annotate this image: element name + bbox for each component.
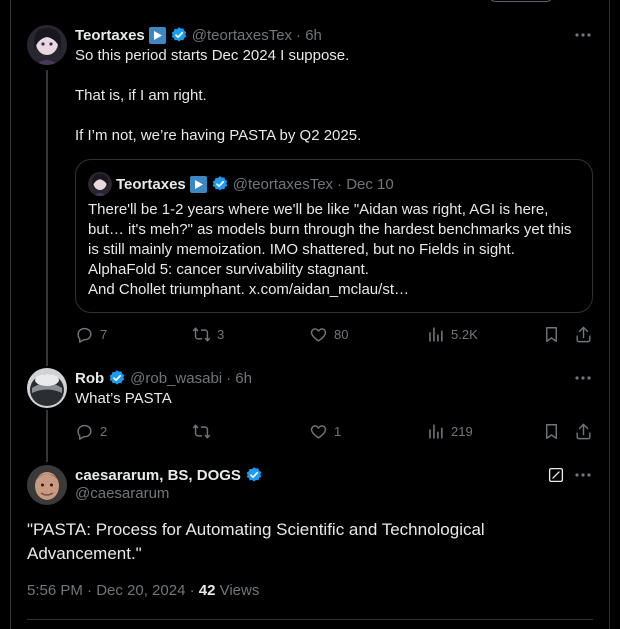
reply-icon (77, 424, 92, 440)
bookmark-button[interactable] (542, 325, 561, 344)
like-icon (310, 425, 327, 439)
author-name[interactable]: Teortaxes (75, 27, 145, 44)
post-timestamp[interactable]: 5:56 PM · Dec 20, 2024 · (27, 582, 199, 599)
play-badge-icon (189, 175, 207, 193)
bookmark-button[interactable] (542, 422, 561, 441)
reply-button[interactable]: 2 (75, 422, 107, 441)
share-button[interactable] (574, 325, 593, 344)
avatar[interactable] (27, 25, 67, 65)
avatar[interactable] (27, 465, 67, 505)
quote-time: · Dec 10 (337, 175, 394, 193)
verified-icon (211, 175, 229, 193)
views-icon (429, 327, 443, 342)
views-label: Views (215, 582, 260, 599)
author-handle[interactable]: @rob_wasabi (130, 370, 222, 387)
quote-author-handle: @teortaxesTex (232, 175, 334, 193)
post-header: Teortaxes @teortaxesTex · 6h (75, 25, 322, 45)
follow-button-partial[interactable] (488, 0, 554, 2)
like-button[interactable]: 1 (309, 422, 341, 441)
verified-icon[interactable] (108, 369, 126, 387)
post-time[interactable]: · 6h (296, 27, 322, 44)
like-icon (310, 328, 327, 342)
quote-author-name: Teortaxes (116, 175, 186, 193)
more-icon[interactable] (573, 25, 593, 45)
reply-count: 7 (100, 327, 108, 342)
repost-button[interactable]: 3 (192, 325, 224, 344)
post-time[interactable]: · 6h (226, 370, 252, 387)
like-count: 80 (334, 327, 349, 342)
avatar[interactable] (27, 368, 67, 408)
post-meta: 5:56 PM · Dec 20, 2024 · 42 Views (27, 582, 259, 599)
share-icon (576, 423, 591, 440)
bookmark-icon (546, 327, 557, 342)
author-handle[interactable]: @teortaxesTex (192, 27, 292, 44)
author-name[interactable]: caesararum, BS, DOGS (75, 467, 241, 484)
share-button[interactable] (574, 422, 593, 441)
share-icon (576, 326, 591, 343)
post-header: Rob @rob_wasabi · 6h (75, 368, 252, 388)
like-button[interactable]: 80 (309, 325, 348, 344)
views-count: 219 (451, 424, 473, 439)
views-count: 42 (198, 582, 216, 599)
views-button[interactable]: 5.2K (426, 325, 478, 344)
repost-icon (192, 327, 211, 342)
thread-connector (46, 410, 48, 462)
more-icon[interactable] (573, 368, 593, 388)
author-handle[interactable]: @caesararum (75, 485, 169, 502)
more-icon[interactable] (573, 465, 593, 485)
quoted-post[interactable]: Teortaxes @teortaxesTex · Dec 10 There'l… (75, 159, 593, 313)
views-button[interactable]: 219 (426, 422, 473, 441)
avatar (88, 172, 112, 196)
quote-text: There'll be 1-2 years where we'll be lik… (88, 201, 572, 298)
bookmark-icon (546, 424, 557, 439)
repost-count: 3 (217, 327, 225, 342)
repost-icon (192, 424, 211, 439)
views-icon (429, 424, 443, 439)
verified-icon[interactable] (170, 26, 188, 44)
play-badge-icon (148, 26, 166, 44)
repost-button[interactable] (192, 422, 217, 441)
divider (27, 619, 593, 620)
main-post-header: caesararum, BS, DOGS (75, 465, 263, 485)
edit-icon[interactable] (546, 465, 566, 485)
reply-button[interactable]: 7 (75, 325, 107, 344)
post-text: What’s PASTA (75, 390, 172, 407)
post-text: So this period starts Dec 2024 I suppose… (75, 47, 362, 144)
reply-icon (77, 327, 92, 343)
like-count: 1 (334, 424, 342, 439)
quote-header: Teortaxes @teortaxesTex · Dec 10 (116, 174, 394, 194)
main-post-text: "PASTA: Process for Automating Scientifi… (27, 520, 485, 563)
verified-icon[interactable] (245, 466, 263, 484)
author-name[interactable]: Rob (75, 370, 104, 387)
views-count: 5.2K (451, 327, 478, 342)
reply-count: 2 (100, 424, 108, 439)
thread-connector (46, 70, 48, 366)
